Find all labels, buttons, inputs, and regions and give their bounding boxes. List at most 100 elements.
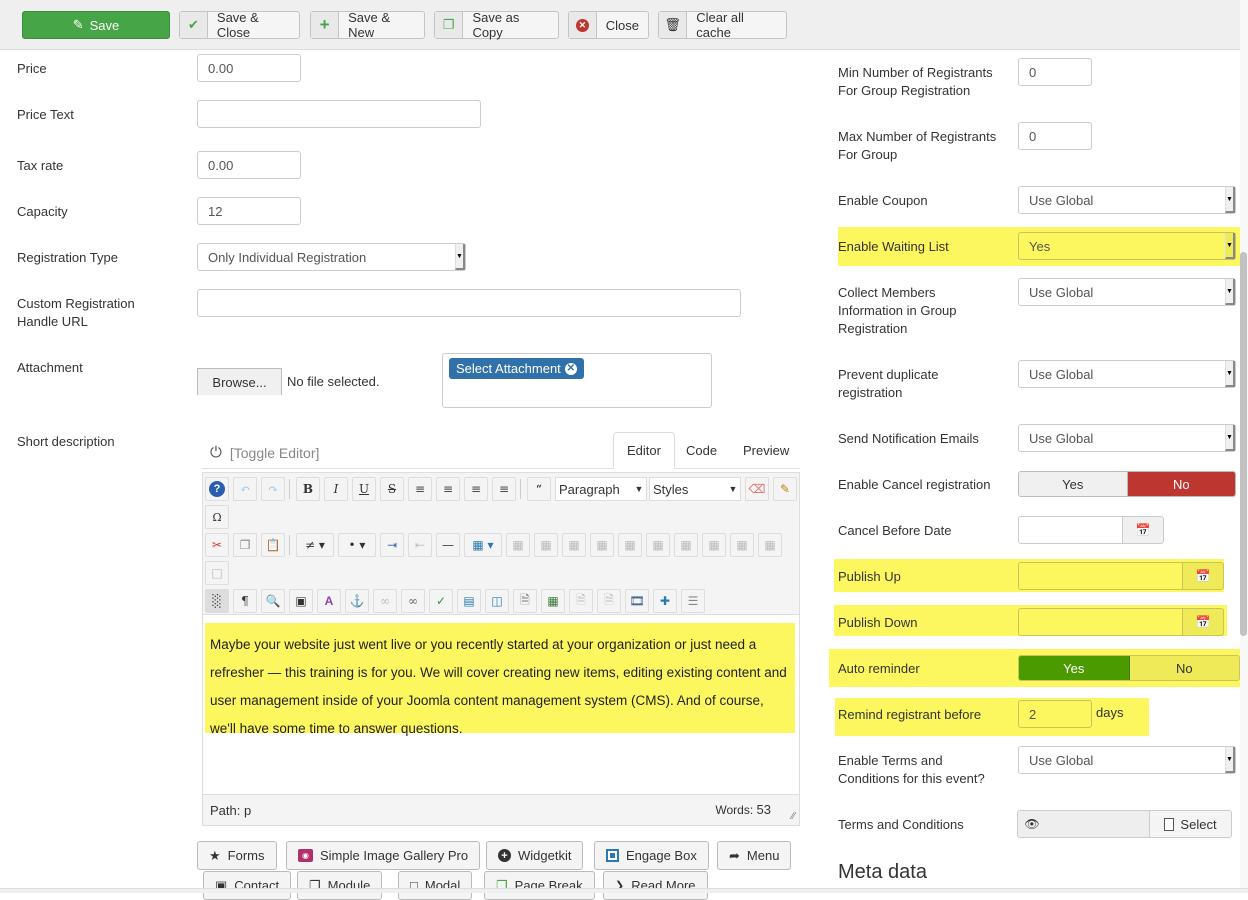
align-right-icon[interactable]: ≡ — [492, 477, 516, 501]
delete-col-icon[interactable]: ▦ — [730, 533, 754, 557]
redo-icon[interactable]: ↷ — [261, 477, 285, 501]
toggle-editor-link[interactable]: ⏻ [Toggle Editor] — [210, 444, 319, 461]
save-button[interactable]: ✎ Save — [22, 11, 170, 39]
custom-url-input[interactable] — [197, 289, 741, 317]
attachment-select-box[interactable]: Select Attachment ✕ — [442, 353, 712, 408]
copy-icon[interactable]: ❐ — [233, 533, 257, 557]
cancel-before-date-input[interactable] — [1018, 516, 1123, 544]
enable-waiting-list-select[interactable]: Yes ▼ — [1018, 232, 1236, 260]
enable-coupon-select[interactable]: Use Global ▼ — [1018, 186, 1236, 214]
read-more-button[interactable]: ❯ Read More — [603, 871, 708, 900]
calendar-icon[interactable]: 📅 — [1122, 516, 1164, 544]
visual-aid-icon[interactable]: ░ — [205, 589, 229, 613]
save-copy-button[interactable]: ❐ Save as Copy — [434, 10, 559, 40]
font-color-icon[interactable]: A — [317, 589, 341, 613]
save-new-button[interactable]: + Save & New — [310, 10, 425, 40]
insert-file-icon[interactable]: 🗎 — [513, 589, 537, 613]
indent-icon[interactable]: ⇥ — [380, 533, 404, 557]
strikethrough-icon[interactable]: S — [380, 477, 404, 501]
preview-icon[interactable]: 🔍 — [261, 589, 285, 613]
add-page-icon[interactable]: ✚ — [653, 589, 677, 613]
send-notification-select[interactable]: Use Global ▼ — [1018, 424, 1236, 452]
table-icon[interactable]: ▦ ▾ — [464, 533, 502, 557]
page-break-button[interactable]: ❐ Page Break — [484, 871, 595, 900]
blockquote-icon[interactable]: “ — [527, 477, 551, 501]
clear-cache-button[interactable]: 🗑 Clear all cache — [658, 10, 787, 40]
capacity-input[interactable]: 12 — [197, 197, 301, 225]
special-char-icon[interactable]: Ω — [205, 505, 229, 529]
merge-cells-icon[interactable]: □ — [205, 561, 229, 585]
italic-icon[interactable]: I — [324, 477, 348, 501]
row-props-icon[interactable]: ▦ — [534, 533, 558, 557]
editor-content[interactable]: Maybe your website just went live or you… — [205, 623, 795, 736]
anchor-icon[interactable]: ⚓ — [345, 589, 369, 613]
tab-editor[interactable]: Editor — [613, 432, 675, 469]
tax-rate-input[interactable]: 0.00 — [197, 151, 301, 179]
format-select[interactable]: Paragraph ▼ — [555, 477, 647, 501]
insert-row-after-icon[interactable]: ▦ — [618, 533, 642, 557]
auto-reminder-yes[interactable]: Yes — [1019, 656, 1130, 680]
collect-members-select[interactable]: Use Global ▼ — [1018, 278, 1236, 306]
video-icon[interactable]: 🎞 — [625, 589, 649, 613]
cell-props-icon[interactable]: ▦ — [562, 533, 586, 557]
price-input[interactable]: 0.00 — [197, 54, 301, 82]
prevent-duplicate-select[interactable]: Use Global ▼ — [1018, 360, 1236, 388]
auto-reminder-no[interactable]: No — [1129, 656, 1239, 680]
browse-button[interactable]: Browse... — [197, 368, 282, 395]
insert-row-before-icon[interactable]: ▦ — [590, 533, 614, 557]
horizontal-rule-icon[interactable]: — — [436, 533, 460, 557]
menu-button[interactable]: ➦ Menu — [717, 841, 792, 870]
unlink-icon[interactable]: ∞ — [373, 589, 397, 613]
simple-image-gallery-button[interactable]: ◉ Simple Image Gallery Pro — [286, 841, 481, 870]
paste-icon[interactable]: 📋 — [261, 533, 285, 557]
nonbreaking-icon[interactable]: ▣ — [289, 589, 313, 613]
align-left-icon[interactable]: ≡ — [464, 477, 488, 501]
undo-icon[interactable]: ↶ — [233, 477, 257, 501]
outdent-icon[interactable]: ⇤ — [408, 533, 432, 557]
align-justify-icon[interactable]: ≡ — [408, 477, 432, 501]
publish-down-input[interactable] — [1018, 608, 1183, 636]
align-center-icon[interactable]: ≡ — [436, 477, 460, 501]
link-icon[interactable]: ∞ — [401, 589, 425, 613]
delete-row-icon[interactable]: ▦ — [646, 533, 670, 557]
insert-col-after-icon[interactable]: ▦ — [702, 533, 726, 557]
eraser-icon[interactable]: ⌫ — [745, 477, 769, 501]
enable-cancel-no[interactable]: No — [1127, 472, 1235, 496]
enable-cancel-toggle[interactable]: Yes No — [1018, 471, 1236, 497]
max-registrants-input[interactable]: 0 — [1018, 122, 1092, 150]
select-attachment-chip[interactable]: Select Attachment ✕ — [449, 358, 584, 379]
styles-select[interactable]: Styles ▼ — [649, 477, 741, 501]
publish-up-input[interactable] — [1018, 562, 1183, 590]
tab-preview[interactable]: Preview — [730, 432, 802, 469]
image-icon[interactable]: ▦ — [541, 589, 565, 613]
remind-before-input[interactable]: 2 — [1018, 700, 1092, 728]
close-button[interactable]: ✕ Close — [568, 11, 649, 39]
save-close-button[interactable]: ✔ Save & Close — [179, 10, 300, 40]
broom-icon[interactable]: ✎ — [773, 477, 797, 501]
bold-icon[interactable]: B — [296, 477, 320, 501]
modal-button[interactable]: □ Modal — [398, 871, 473, 900]
remove-doc-icon[interactable]: 🗎 — [597, 589, 621, 613]
auto-reminder-toggle[interactable]: Yes No — [1018, 655, 1240, 681]
min-registrants-input[interactable]: 0 — [1018, 58, 1092, 86]
widgetkit-button[interactable]: + Widgetkit — [486, 841, 584, 870]
insert-col-before-icon[interactable]: ▦ — [674, 533, 698, 557]
template-icon[interactable]: ◫ — [485, 589, 509, 613]
terms-select-button[interactable]: Select — [1149, 810, 1232, 838]
tab-code[interactable]: Code — [673, 432, 730, 469]
numbered-list-icon[interactable]: ≠ ▾ — [296, 533, 334, 557]
eye-icon[interactable]: 👁 — [1017, 810, 1047, 838]
list-layout-icon[interactable]: ☰ — [681, 589, 705, 613]
engage-box-button[interactable]: Engage Box — [594, 841, 709, 870]
enable-terms-select[interactable]: Use Global ▼ — [1018, 746, 1236, 774]
contact-button[interactable]: ▣ Contact — [203, 871, 292, 900]
show-blocks-icon[interactable]: ¶ — [233, 589, 257, 613]
scrollbar-thumb[interactable] — [1240, 252, 1247, 636]
spellcheck-icon[interactable]: ✓ — [429, 589, 453, 613]
layer-icon[interactable]: ▤ — [457, 589, 481, 613]
help-icon[interactable]: ? — [205, 477, 229, 501]
bullet-list-icon[interactable]: • ▾ — [338, 533, 376, 557]
add-doc-icon[interactable]: 🗎 — [569, 589, 593, 613]
delete-table-icon[interactable]: ▦ — [506, 533, 530, 557]
registration-type-select[interactable]: Only Individual Registration ▼ — [197, 243, 466, 271]
